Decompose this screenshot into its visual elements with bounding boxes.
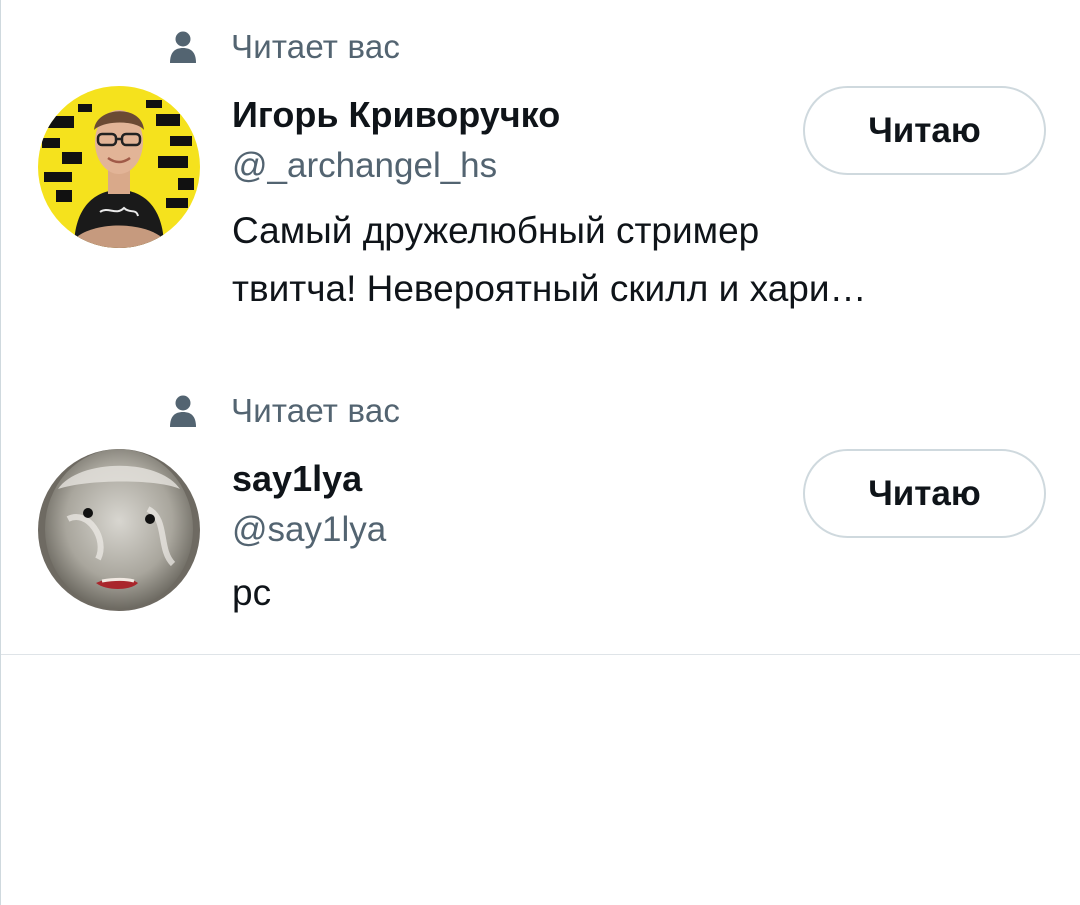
- user-name[interactable]: Игорь Криворучко: [232, 94, 560, 136]
- follows-you-label: Читает вас: [231, 392, 401, 429]
- follows-you-label: Читает вас: [231, 28, 401, 65]
- following-button[interactable]: Читаю: [803, 449, 1046, 538]
- follows-you-indicator: Читает вас: [169, 27, 400, 67]
- following-button[interactable]: Читаю: [803, 86, 1046, 175]
- user-bio: pc: [232, 564, 1022, 622]
- follower-list: Читает вас Игорь Криворучко @_archangel_…: [0, 0, 1080, 905]
- user-cell[interactable]: Читает вас: [1, 370, 1080, 640]
- user-handle[interactable]: @say1lya: [232, 510, 386, 550]
- user-cell[interactable]: Читает вас: [1, 0, 1080, 360]
- avatar-image: [38, 86, 200, 248]
- person-icon: [170, 395, 196, 427]
- user-bio: Самый дружелюбный стример твитча! Неверо…: [232, 202, 1022, 318]
- user-name[interactable]: say1lya: [232, 458, 362, 500]
- bio-line: Самый дружелюбный стример: [232, 210, 760, 251]
- avatar[interactable]: [38, 86, 200, 248]
- avatar-image: [38, 449, 200, 611]
- follows-you-indicator: Читает вас: [169, 391, 400, 431]
- person-icon: [170, 31, 196, 63]
- bio-line: твитча! Невероятный скилл и хари…: [232, 268, 867, 309]
- user-handle[interactable]: @_archangel_hs: [232, 146, 497, 186]
- divider: [1, 654, 1080, 655]
- avatar[interactable]: [38, 449, 200, 611]
- bio-line: pc: [232, 572, 272, 613]
